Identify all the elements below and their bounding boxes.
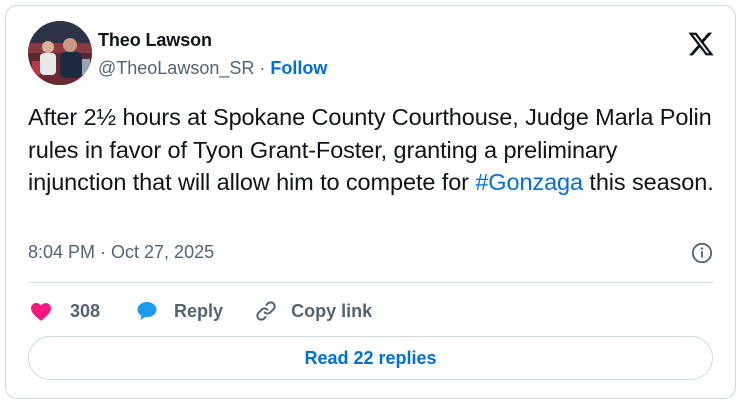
tweet-text: After 2½ hours at Spokane County Courtho… xyxy=(28,101,718,199)
separator-dot: · xyxy=(259,58,266,78)
reply-button[interactable]: Reply xyxy=(134,298,223,324)
heart-icon xyxy=(28,298,54,324)
reply-label: Reply xyxy=(174,300,224,321)
tweet-card: Theo Lawson @TheoLawson_SR · Follow Afte… xyxy=(5,5,736,399)
copy-link-label: Copy link xyxy=(291,300,373,321)
tweet-text-end: this season. xyxy=(582,169,714,195)
author-handle[interactable]: @TheoLawson_SR xyxy=(98,58,254,78)
divider xyxy=(28,282,713,283)
like-button[interactable]: 308 xyxy=(28,298,100,324)
action-bar: 308 Reply Copy link xyxy=(28,296,372,326)
tweet-timestamp[interactable]: 8:04 PM · Oct 27, 2025 xyxy=(28,242,214,263)
author-handle-row: @TheoLawson_SR · Follow xyxy=(98,58,327,79)
reply-bubble-icon xyxy=(134,298,160,324)
follow-button[interactable]: Follow xyxy=(270,58,327,78)
author-name[interactable]: Theo Lawson xyxy=(98,30,212,51)
like-count: 308 xyxy=(70,300,101,321)
x-logo-icon[interactable] xyxy=(687,30,715,58)
read-replies-button[interactable]: Read 22 replies xyxy=(28,336,713,380)
copy-link-button[interactable]: Copy link xyxy=(253,298,372,324)
link-icon xyxy=(253,298,279,324)
info-icon[interactable] xyxy=(691,242,713,264)
hashtag-link[interactable]: #Gonzaga xyxy=(475,169,583,195)
avatar[interactable] xyxy=(28,21,92,85)
